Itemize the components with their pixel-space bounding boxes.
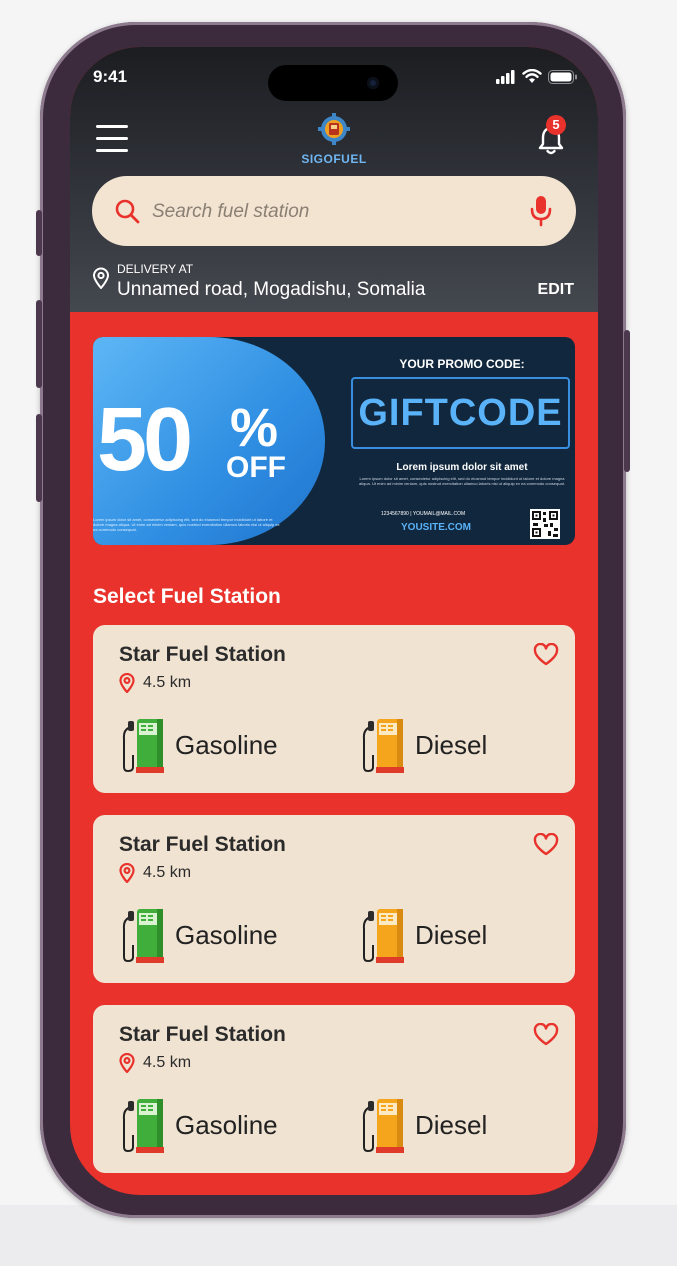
promo-discount-number: 50 (97, 390, 193, 490)
section-title: Select Fuel Station (93, 585, 281, 608)
promo-percent-sign: % (230, 398, 279, 458)
gas-pump-green-icon (122, 909, 164, 963)
logo-icon (318, 113, 350, 145)
phone-side-button-volume-up (36, 300, 42, 388)
station-card[interactable]: Star Fuel Station 4.5 km Gasoline Diesel (93, 1005, 575, 1173)
camera-icon (367, 77, 379, 89)
promo-code[interactable]: GIFTCODE (351, 377, 570, 449)
promo-phone: 1234567890 (381, 511, 409, 517)
fuel-name-diesel: Diesel (415, 919, 488, 950)
station-name: Star Fuel Station (119, 833, 286, 856)
fuel-option-diesel[interactable]: Diesel (359, 715, 487, 775)
promo-contact: 1234567890 | YOUMAIL@MAIL.COM (381, 511, 465, 517)
station-distance: 4.5 km (143, 674, 192, 691)
notifications-button[interactable]: 5 (536, 115, 570, 155)
gas-pump-green-icon (122, 1099, 164, 1153)
heart-icon[interactable] (533, 1023, 559, 1047)
menu-button[interactable] (96, 125, 130, 153)
brand-name: SIGOFUEL (301, 152, 367, 166)
station-card[interactable]: Star Fuel Station 4.5 km Gasoline Diesel (93, 815, 575, 983)
dynamic-island (268, 65, 398, 101)
fuel-name-diesel: Diesel (415, 1109, 488, 1140)
location-pin-icon (119, 673, 135, 693)
station-name: Star Fuel Station (119, 643, 286, 666)
promo-email: YOUMAIL@MAIL.COM (412, 511, 466, 517)
fuel-option-gasoline[interactable]: Gasoline (119, 715, 278, 775)
edit-address-button[interactable]: EDIT (538, 281, 574, 299)
location-pin-icon (119, 863, 135, 883)
gas-pump-orange-icon (362, 1099, 404, 1153)
app-screen: 9:41 SIGOFUEL 5 Search fuel station DELI… (70, 47, 598, 1195)
promo-fine-print-left: Lorem ipsum dolor sit amet, consectetur … (93, 517, 280, 532)
phone-side-button-volume-down (36, 414, 42, 502)
menu-icon (96, 125, 128, 128)
battery-icon (548, 70, 577, 84)
fuel-option-gasoline[interactable]: Gasoline (119, 1095, 278, 1155)
status-time: 9:41 (93, 67, 128, 86)
fuel-name-gasoline: Gasoline (175, 919, 278, 950)
promo-off-label: OFF (226, 451, 286, 484)
fuel-name-gasoline: Gasoline (175, 729, 278, 760)
search-input[interactable] (150, 196, 504, 228)
station-distance: 4.5 km (143, 1054, 192, 1071)
phone-side-button-action (36, 210, 42, 256)
search-icon (115, 199, 140, 224)
fuel-option-diesel[interactable]: Diesel (359, 1095, 487, 1155)
delivery-address: Unnamed road, Mogadishu, Somalia (117, 279, 426, 300)
menu-icon-bar (96, 149, 128, 152)
app-logo: SIGOFUEL (293, 113, 375, 166)
station-card[interactable]: Star Fuel Station 4.5 km Gasoline Diesel (93, 625, 575, 793)
qr-code-icon (530, 509, 560, 539)
status-icons (496, 69, 578, 84)
fuel-option-gasoline[interactable]: Gasoline (119, 905, 278, 965)
gas-pump-orange-icon (362, 719, 404, 773)
gas-pump-green-icon (122, 719, 164, 773)
fuel-name-diesel: Diesel (415, 729, 488, 760)
heart-icon[interactable] (533, 643, 559, 667)
promo-site: YOUSITE.COM (401, 522, 472, 533)
location-pin-icon (119, 1053, 135, 1073)
gas-pump-orange-icon (362, 909, 404, 963)
menu-icon-bar (96, 137, 128, 140)
promo-code-heading: YOUR PROMO CODE: (399, 357, 525, 371)
heart-icon[interactable] (533, 833, 559, 857)
phone-side-button-power (624, 330, 630, 472)
signal-icon (496, 70, 515, 84)
promo-banner[interactable]: 50 % OFF Lorem ipsum dolor sit amet, con… (93, 337, 575, 545)
fuel-option-diesel[interactable]: Diesel (359, 905, 487, 965)
fuel-name-gasoline: Gasoline (175, 1109, 278, 1140)
station-distance: 4.5 km (143, 864, 192, 881)
notification-badge: 5 (546, 115, 566, 135)
mic-icon[interactable] (530, 195, 552, 227)
station-name: Star Fuel Station (119, 1023, 286, 1046)
delivery-label: DELIVERY AT (117, 262, 194, 276)
promo-fine-print: Lorem ipsum dolor sit amet, consectetur … (359, 476, 565, 486)
location-pin-icon (92, 267, 110, 289)
wifi-icon (522, 69, 542, 83)
promo-subtitle: Lorem ipsum dolor sit amet (396, 462, 528, 473)
search-bar[interactable] (92, 176, 576, 246)
